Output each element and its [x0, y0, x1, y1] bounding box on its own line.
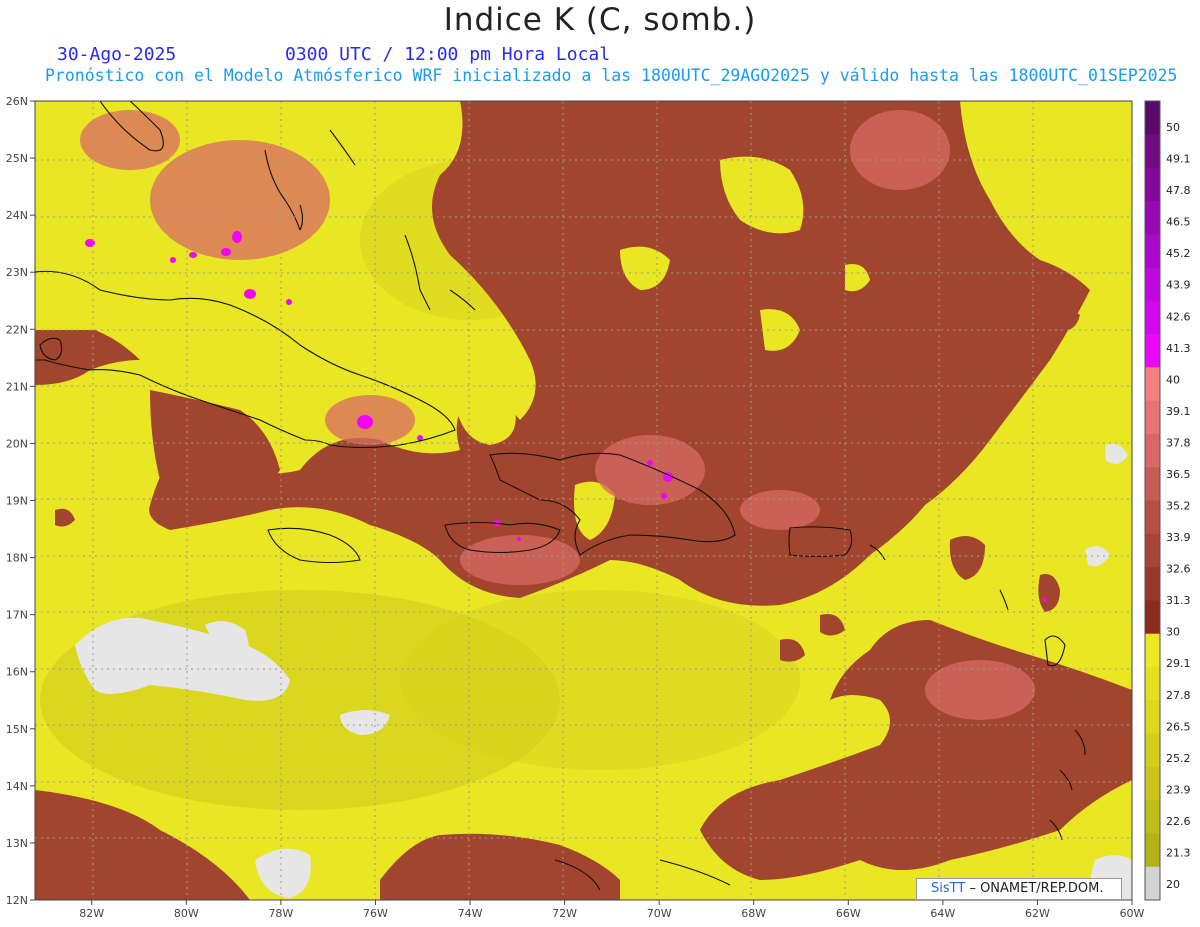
colorbar-swatch — [1145, 633, 1160, 668]
model-subtitle: Pronóstico con el Modelo Atmósferico WRF… — [45, 66, 1178, 85]
lat-tick-label: 22N — [6, 323, 28, 336]
lon-tick-label: 72W — [552, 907, 577, 920]
colorbar-swatch — [1145, 700, 1160, 735]
lat-tick-label: 12N — [6, 894, 28, 907]
lon-tick-label: 68W — [741, 907, 766, 920]
colorbar-swatch — [1145, 134, 1160, 169]
colorbar-label: 40 — [1166, 373, 1180, 386]
lat-tick-label: 13N — [6, 837, 28, 850]
credit-brand: SisTT — [931, 881, 966, 896]
lat-tick-label: 14N — [6, 780, 28, 793]
colorbar-label: 30 — [1166, 626, 1180, 639]
colorbar-swatch — [1145, 267, 1160, 302]
colorbar-swatch — [1145, 101, 1160, 135]
colorbar-label: 46.5 — [1166, 216, 1191, 229]
colorbar-swatch — [1145, 666, 1160, 701]
colorbar-swatch — [1145, 500, 1160, 535]
colorbar-swatch — [1145, 800, 1160, 834]
lat-tick-label: 20N — [6, 437, 28, 450]
colorbar-swatch — [1145, 766, 1160, 801]
colorbar-label: 41.3 — [1166, 342, 1191, 355]
colorbar-label: 26.5 — [1166, 720, 1191, 733]
colorbar-label: 27.8 — [1166, 689, 1191, 702]
lon-tick-label: 62W — [1025, 907, 1050, 920]
lat-tick-label: 21N — [6, 380, 28, 393]
lat-tick-label: 17N — [6, 609, 28, 622]
colorbar-label: 39.1 — [1166, 405, 1191, 418]
forecast-date: 30-Ago-2025 — [57, 44, 177, 65]
colorbar-swatch — [1145, 833, 1160, 868]
colorbar-label: 21.3 — [1166, 846, 1191, 859]
colorbar-swatch — [1145, 600, 1160, 635]
lon-tick-label: 80W — [174, 907, 199, 920]
colorbar-swatch — [1145, 234, 1160, 268]
colorbar-swatch — [1145, 367, 1160, 402]
lat-tick-label: 24N — [6, 209, 28, 222]
colorbar-label: 23.9 — [1166, 783, 1191, 796]
credit-org: – ONAMET/REP.DOM. — [969, 881, 1104, 896]
lon-tick-label: 66W — [836, 907, 861, 920]
colorbar-swatch — [1145, 167, 1160, 202]
colorbar-label: 47.8 — [1166, 184, 1191, 197]
colorbar-label: 36.5 — [1166, 468, 1191, 481]
colorbar-label: 37.8 — [1166, 436, 1191, 449]
colorbar-swatch — [1145, 400, 1160, 435]
lat-tick-label: 16N — [6, 666, 28, 679]
colorbar-label: 35.2 — [1166, 500, 1191, 513]
lon-tick-label: 76W — [363, 907, 388, 920]
colorbar-swatch — [1145, 200, 1160, 235]
colorbar-label: 25.2 — [1166, 752, 1191, 765]
lat-tick-label: 23N — [6, 266, 28, 279]
lat-tick-label: 19N — [6, 495, 28, 508]
colorbar-label: 29.1 — [1166, 657, 1191, 670]
colorbar-label: 45.2 — [1166, 247, 1191, 260]
forecast-time: 0300 UTC / 12:00 pm Hora Local — [285, 44, 611, 65]
colorbar-label: 49.1 — [1166, 153, 1191, 166]
lat-tick-label: 25N — [6, 152, 28, 165]
lat-axis: 26N 25N 24N 23N 22N 21N 20N 19N 18N 17N 16N 15N 14N 1… — [6, 95, 35, 907]
colorbar-label: 20 — [1166, 878, 1180, 891]
colorbar-swatch — [1145, 467, 1160, 501]
credit-box: SisTT – ONAMET/REP.DOM. — [916, 878, 1122, 900]
colorbar-label: 31.3 — [1166, 594, 1191, 607]
lon-axis: 82W 80W 78W 76W 74W 72W 70W 68W 66W 64W 62W 60W — [79, 900, 1145, 920]
lon-tick-label: 70W — [647, 907, 672, 920]
colorbar-swatch — [1145, 533, 1160, 568]
colorbar-swatch — [1145, 866, 1160, 901]
lat-tick-label: 18N — [6, 552, 28, 565]
lon-tick-label: 74W — [458, 907, 483, 920]
colorbar-label: 42.6 — [1166, 310, 1191, 323]
colorbar-swatch — [1145, 334, 1160, 368]
map-field — [35, 101, 1132, 900]
k-index-map: 26N 25N 24N 23N 22N 21N 20N 19N 18N 17N 16N 15N 14N 1… — [6, 95, 1191, 920]
lat-tick-label: 15N — [6, 723, 28, 736]
lon-tick-label: 78W — [268, 907, 293, 920]
colorbar-swatch — [1145, 567, 1160, 601]
colorbar-label: 50 — [1166, 121, 1180, 134]
colorbar-label: 33.9 — [1166, 531, 1191, 544]
colorbar-swatch — [1145, 433, 1160, 468]
colorbar-swatch — [1145, 300, 1160, 335]
colorbar-label: 22.6 — [1166, 815, 1191, 828]
colorbar: 50 49.1 47.8 46.5 45.2 43.9 42.6 41.3 40 39.1 37.8… — [1144, 100, 1191, 901]
lon-tick-label: 64W — [930, 907, 955, 920]
lon-tick-label: 60W — [1120, 907, 1145, 920]
lon-tick-label: 82W — [79, 907, 104, 920]
colorbar-label: 43.9 — [1166, 279, 1191, 292]
colorbar-swatch — [1145, 733, 1160, 768]
chart-title: Indice K (C, somb.) — [443, 2, 757, 38]
lat-tick-label: 26N — [6, 95, 28, 108]
colorbar-label: 32.6 — [1166, 563, 1191, 576]
